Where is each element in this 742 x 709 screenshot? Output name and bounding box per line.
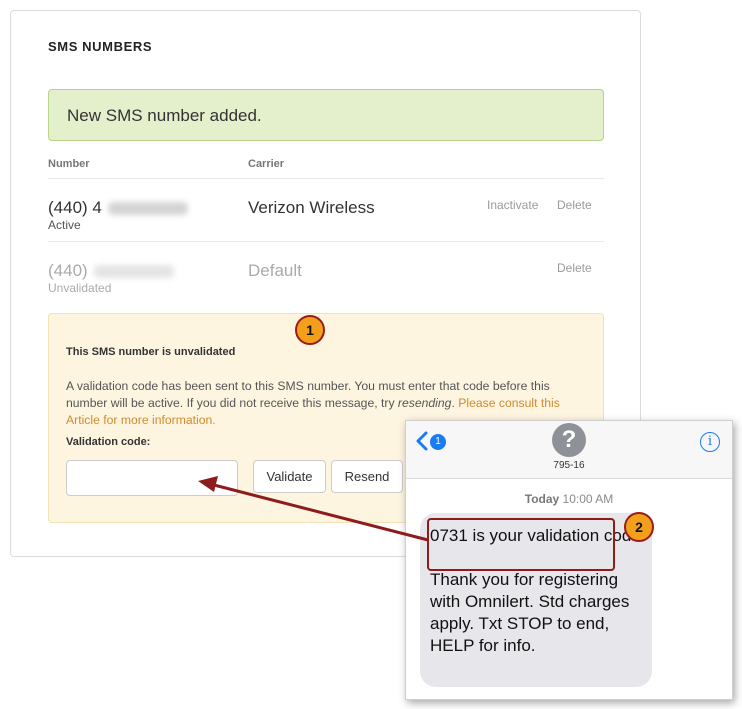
resend-button[interactable]: Resend (331, 460, 403, 493)
status-text: Active (48, 218, 81, 232)
panel-title: SMS NUMBERS (48, 39, 153, 54)
success-alert: New SMS number added. (48, 89, 604, 141)
chevron-left-icon[interactable] (416, 431, 428, 451)
contact-avatar[interactable]: ? (552, 423, 586, 457)
carrier-name: Verizon Wireless (248, 198, 375, 217)
delete-link[interactable]: Delete (557, 261, 592, 275)
warning-title: This SMS number is unvalidated (66, 346, 236, 358)
info-icon[interactable]: i (700, 432, 720, 452)
validation-code-input[interactable] (66, 460, 238, 496)
contact-name: 795-16 (553, 460, 585, 471)
phone-number: (440) (48, 261, 174, 281)
callout-badge-2: 2 (624, 512, 654, 542)
message-timestamp: Today 10:00 AM (524, 492, 614, 506)
callout-badge-1: 1 (295, 315, 325, 345)
unread-badge: 1 (430, 434, 446, 450)
phone-message-screen: 1 ? 795-16 i Today 10:00 AM 0731 is your… (405, 420, 733, 700)
column-header-number: Number (48, 158, 90, 170)
code-highlight-box (427, 518, 615, 571)
delete-link[interactable]: Delete (557, 198, 592, 212)
column-header-carrier: Carrier (248, 158, 285, 170)
carrier-name: Default (248, 261, 302, 280)
status-text: Unvalidated (48, 281, 112, 295)
resending-link[interactable]: resending (398, 396, 452, 410)
divider (48, 241, 604, 242)
message-header: 1 ? 795-16 i (406, 421, 732, 479)
inactivate-link[interactable]: Inactivate (487, 198, 538, 212)
validation-code-label: Validation code: (66, 436, 151, 448)
redacted-digits (107, 202, 188, 216)
redacted-digits (93, 265, 174, 279)
validate-button[interactable]: Validate (253, 460, 326, 493)
phone-number: (440) 4 (48, 198, 188, 218)
divider (48, 178, 604, 179)
